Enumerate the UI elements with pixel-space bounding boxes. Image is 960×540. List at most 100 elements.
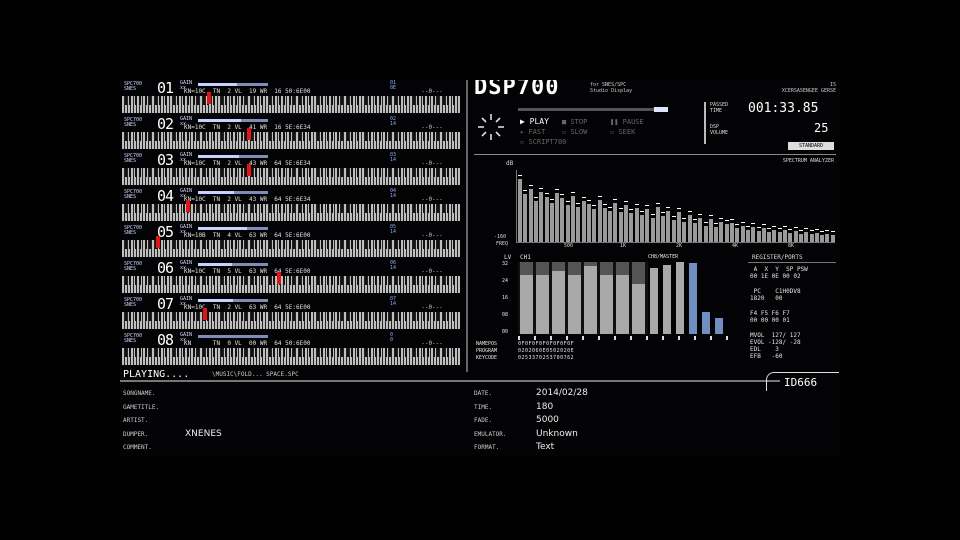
black-key	[364, 168, 367, 177]
black-key	[398, 276, 401, 285]
black-key	[261, 132, 264, 141]
channel-number: 06	[157, 259, 174, 277]
black-key	[453, 204, 456, 213]
black-key	[443, 276, 446, 285]
black-key	[145, 312, 148, 321]
black-key	[395, 312, 398, 321]
transport-progress-handle[interactable]	[654, 107, 668, 112]
black-key	[289, 204, 292, 213]
black-key	[398, 240, 401, 249]
black-key	[364, 132, 367, 141]
spectrum-bar	[687, 214, 692, 242]
black-key	[368, 348, 371, 357]
black-key	[378, 96, 381, 105]
black-key	[395, 348, 398, 357]
channel-strip: SPC700 SNES 04 GAIN xx KN=10C TN 2 VL 43 WR…	[122, 189, 462, 223]
black-key	[340, 240, 343, 249]
black-key	[405, 276, 408, 285]
black-key	[213, 96, 216, 105]
black-key	[220, 96, 223, 105]
black-key	[426, 348, 429, 357]
black-key	[138, 240, 141, 249]
black-key	[357, 348, 360, 357]
black-key	[206, 204, 209, 213]
black-key	[272, 348, 275, 357]
piano-keyboard[interactable]	[122, 348, 460, 365]
piano-keyboard[interactable]	[122, 200, 460, 221]
black-key	[320, 276, 323, 285]
black-key	[374, 168, 377, 177]
status-separator	[120, 380, 780, 382]
black-key	[292, 276, 295, 285]
tag-value: 5000	[536, 415, 559, 425]
black-key	[220, 276, 223, 285]
black-key	[395, 132, 398, 141]
master-meter	[676, 262, 684, 334]
black-key	[292, 132, 295, 141]
tag-label: EMULATOR.	[474, 430, 507, 438]
fast-button[interactable]: ▸ FAST	[520, 128, 545, 136]
namepos-values: 0F0F0F0F0F0F0F0F 0202060E0502020E 025337…	[518, 341, 575, 361]
black-key	[385, 204, 388, 213]
slow-button[interactable]: ▫ SLOW	[562, 128, 587, 136]
registers-separator	[748, 262, 836, 263]
black-key	[337, 204, 340, 213]
black-key	[433, 204, 436, 213]
black-key	[182, 240, 185, 249]
play-button[interactable]: ▶ PLAY	[520, 118, 549, 126]
black-key	[326, 348, 329, 357]
black-key	[446, 132, 449, 141]
black-key	[186, 168, 189, 177]
spectrum-bar	[682, 221, 687, 242]
black-key	[443, 132, 446, 141]
piano-keyboard[interactable]	[122, 128, 460, 149]
channel-level-fill	[198, 83, 237, 86]
spectrum-peak	[602, 204, 607, 205]
spectrum-bar	[671, 219, 676, 242]
black-key	[292, 204, 295, 213]
black-key	[128, 204, 131, 213]
standard-mode-button[interactable]: STANDARD	[788, 142, 834, 150]
black-key	[412, 168, 415, 177]
black-key	[251, 96, 254, 105]
black-key	[453, 348, 456, 357]
black-key	[412, 204, 415, 213]
transport-progress[interactable]	[518, 107, 668, 112]
black-key	[292, 240, 295, 249]
black-key	[347, 204, 350, 213]
black-key	[254, 276, 257, 285]
black-key	[289, 276, 292, 285]
piano-keyboard[interactable]	[122, 92, 460, 113]
piano-keyboard[interactable]	[122, 236, 460, 257]
black-key	[196, 240, 199, 249]
register-row-9: EDL 3	[750, 346, 779, 353]
black-key	[357, 204, 360, 213]
piano-keyboard[interactable]	[122, 308, 460, 329]
piano-keyboard[interactable]	[122, 272, 460, 293]
black-key	[378, 132, 381, 141]
black-key	[213, 312, 216, 321]
black-key	[165, 312, 168, 321]
black-key	[433, 96, 436, 105]
spectrum-bar	[698, 217, 703, 242]
black-key	[182, 168, 185, 177]
black-key	[443, 348, 446, 357]
black-key	[436, 240, 439, 249]
piano-keyboard[interactable]	[122, 164, 460, 185]
black-key	[193, 96, 196, 105]
black-key	[203, 348, 206, 357]
register-row-1: A X Y SP PSW	[750, 266, 808, 273]
black-key	[145, 348, 148, 357]
pause-button[interactable]: ❚❚ PAUSE	[610, 118, 644, 126]
black-key	[330, 132, 333, 141]
black-key	[309, 348, 312, 357]
black-key	[443, 240, 446, 249]
black-key	[165, 168, 168, 177]
spectrum-peak	[809, 229, 814, 231]
black-key	[268, 204, 271, 213]
seek-button[interactable]: ▫ SEEK	[610, 128, 635, 136]
black-key	[124, 348, 127, 357]
script-button[interactable]: ▫ SCRIPT700	[520, 138, 566, 146]
spectrum-bar	[597, 199, 602, 242]
stop-button[interactable]: ■ STOP	[562, 118, 587, 126]
